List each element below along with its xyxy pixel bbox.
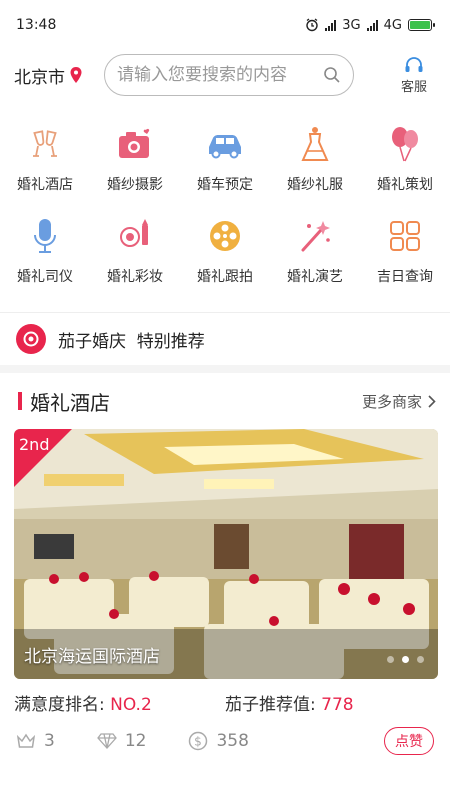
dress-icon (293, 122, 337, 166)
carousel-dot-active[interactable] (402, 656, 409, 663)
diamond-value: 12 (124, 731, 147, 751)
status-time: 13:48 (16, 17, 57, 33)
header: 北京市 客服 (0, 50, 450, 100)
crown-icon (16, 733, 36, 748)
satisfaction-rank: 满意度排名: NO.2 (14, 690, 225, 715)
category-label: 婚礼司仪 (17, 269, 73, 285)
hotel-meta: 3 12 $ 358 点赞 (0, 725, 450, 757)
hotel-stats: 满意度排名: NO.2 茄子推荐值: 778 (0, 679, 450, 725)
category-label: 婚礼策划 (377, 177, 433, 193)
camera-icon (113, 122, 157, 166)
search-input[interactable] (117, 65, 323, 85)
category-wedding-host[interactable]: 婚礼司仪 (0, 214, 90, 306)
search-box[interactable] (104, 54, 354, 96)
film-reel-icon (203, 214, 247, 258)
grid-icon (383, 214, 427, 258)
category-wedding-photo[interactable]: 婚纱摄影 (90, 122, 180, 214)
category-wedding-dress[interactable]: 婚纱礼服 (270, 122, 360, 214)
network-type-2: 4G (383, 17, 402, 33)
location-pin-icon (70, 67, 82, 83)
carousel-dot[interactable] (387, 656, 394, 663)
network-type-1: 3G (342, 17, 361, 33)
category-label: 婚礼酒店 (17, 177, 73, 193)
champagne-icon (23, 122, 67, 166)
alarm-icon (306, 18, 318, 32)
hotel-name: 北京海运国际酒店 (24, 647, 160, 667)
diamond-count: 12 (96, 731, 147, 751)
category-label: 吉日查询 (377, 269, 433, 285)
carousel-dot[interactable] (417, 656, 424, 663)
status-bar: 13:48 3G 4G (0, 0, 450, 50)
recommend-score: 茄子推荐值: 778 (225, 690, 436, 715)
category-wedding-performance[interactable]: 婚礼演艺 (270, 214, 360, 306)
category-wedding-planning[interactable]: 婚礼策划 (360, 122, 450, 214)
signal-icon (325, 19, 337, 31)
section-accent-bar (18, 392, 22, 410)
city-label: 北京市 (14, 67, 65, 88)
category-label: 婚礼彩妆 (107, 269, 163, 285)
category-wedding-hotel[interactable]: 婚礼酒店 (0, 122, 90, 214)
category-wedding-video[interactable]: 婚礼跟拍 (180, 214, 270, 306)
promo-text: 茄子婚庆 特别推荐 (58, 331, 205, 352)
coin-value: 358 (216, 731, 249, 751)
crown-value: 3 (44, 731, 55, 751)
category-grid: 婚礼酒店 婚纱摄影 婚车预定 婚纱礼服 婚礼策划 婚礼司仪 婚礼彩妆 婚礼跟拍 … (0, 100, 450, 306)
status-icons: 3G 4G (305, 17, 435, 33)
search-icon[interactable] (323, 66, 341, 84)
like-button[interactable]: 点赞 (384, 727, 434, 755)
signal-icon-2 (366, 19, 378, 31)
promo-banner[interactable]: 茄子婚庆 特别推荐 (0, 313, 450, 365)
category-label: 婚纱礼服 (287, 177, 343, 193)
more-label: 更多商家 (361, 392, 422, 411)
category-wedding-car[interactable]: 婚车预定 (180, 122, 270, 214)
svg-text:$: $ (195, 735, 203, 749)
customer-service-button[interactable]: 客服 (392, 56, 436, 95)
balloons-icon (383, 122, 427, 166)
category-wedding-makeup[interactable]: 婚礼彩妆 (90, 214, 180, 306)
car-icon (203, 122, 247, 166)
city-selector[interactable]: 北京市 (14, 63, 104, 88)
category-label: 婚车预定 (197, 177, 253, 193)
more-merchants-link[interactable]: 更多商家 (362, 391, 436, 412)
category-label: 婚礼演艺 (287, 269, 343, 285)
brand-logo-icon (16, 324, 46, 354)
category-auspicious-date[interactable]: 吉日查询 (360, 214, 450, 306)
rank-label: 满意度排名: (14, 694, 105, 715)
microphone-icon (23, 214, 67, 258)
section-title: 婚礼酒店 (30, 390, 110, 415)
hotel-card-image[interactable]: 2nd 北京海运国际酒店 (14, 429, 438, 679)
crown-count: 3 (16, 731, 55, 751)
section-header: 婚礼酒店 更多商家 (0, 373, 450, 429)
carousel-dots (387, 656, 424, 663)
diamond-icon (96, 733, 117, 749)
score-value: 778 (321, 694, 354, 715)
battery-icon (408, 19, 435, 31)
coin-count: $ 358 (188, 731, 249, 751)
magic-wand-icon (293, 214, 337, 258)
rank-badge-text: 2nd (19, 435, 50, 454)
section-gap (0, 365, 450, 373)
score-label: 茄子推荐值: (225, 694, 316, 715)
chevron-right-icon (428, 394, 436, 408)
category-label: 婚礼跟拍 (197, 269, 253, 285)
coin-icon: $ (189, 731, 208, 751)
headset-icon (405, 56, 423, 72)
rank-value: NO.2 (110, 694, 152, 715)
customer-service-label: 客服 (400, 79, 427, 95)
category-label: 婚纱摄影 (107, 177, 163, 193)
cosmetics-icon (113, 214, 157, 258)
